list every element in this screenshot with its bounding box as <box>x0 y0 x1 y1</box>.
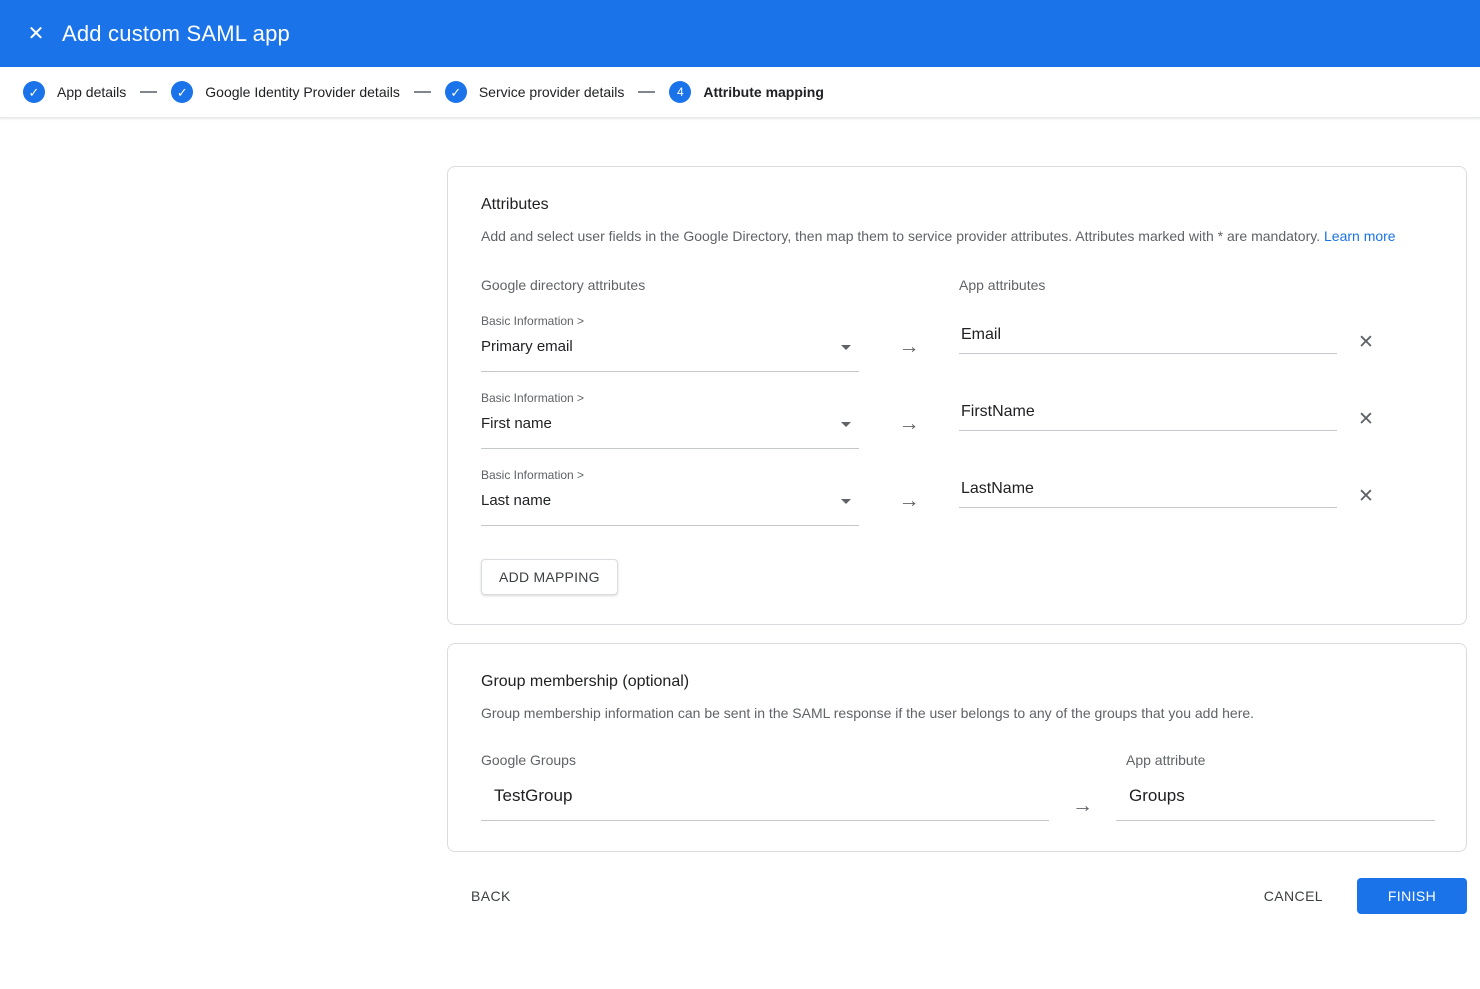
attributes-card-title: Attributes <box>481 193 1433 217</box>
attribute-value: Primary email <box>481 336 573 358</box>
chevron-down-icon <box>841 422 851 427</box>
step-label: App details <box>57 84 126 100</box>
wizard-stepper: ✓ App details ✓ Google Identity Provider… <box>0 67 1480 118</box>
step-connector <box>638 91 655 93</box>
main-content: Attributes Add and select user fields in… <box>447 166 1467 914</box>
check-icon: ✓ <box>171 81 193 103</box>
mapping-column-headers: Google directory attributes App attribut… <box>481 275 1433 295</box>
attributes-description-text: Add and select user fields in the Google… <box>481 228 1320 244</box>
remove-mapping-close-icon[interactable]: ✕ <box>1350 404 1382 436</box>
step-number: 4 <box>669 81 691 103</box>
arrow-right-icon: → <box>859 467 959 513</box>
add-mapping-button[interactable]: ADD MAPPING <box>481 559 618 595</box>
chevron-down-icon <box>841 345 851 350</box>
app-bar: ✕ Add custom SAML app <box>0 0 1480 67</box>
step-connector <box>140 91 157 93</box>
back-button[interactable]: BACK <box>463 878 519 914</box>
check-icon: ✓ <box>445 81 467 103</box>
attribute-category-label: Basic Information > <box>481 313 859 329</box>
attribute-category-label: Basic Information > <box>481 390 859 406</box>
app-attributes-header: App attributes <box>959 275 1337 295</box>
google-groups-header: Google Groups <box>481 750 1049 770</box>
group-membership-card: Group membership (optional) Group member… <box>447 643 1467 852</box>
group-card-description: Group membership information can be sent… <box>481 703 1433 723</box>
step-label: Google Identity Provider details <box>205 84 400 100</box>
app-attribute-input[interactable] <box>959 326 1337 354</box>
google-directory-attributes-header: Google directory attributes <box>481 275 859 295</box>
group-mapping-row: → <box>481 780 1433 821</box>
mapping-row: Basic Information > Last name → ✕ <box>481 467 1433 526</box>
attribute-value: Last name <box>481 490 551 512</box>
footer-actions: BACK CANCEL FINISH <box>447 878 1467 914</box>
arrow-right-icon: → <box>859 390 959 436</box>
finish-button[interactable]: FINISH <box>1357 878 1467 914</box>
step-app-details[interactable]: ✓ App details <box>23 81 126 103</box>
step-label: Attribute mapping <box>703 84 824 100</box>
check-icon: ✓ <box>23 81 45 103</box>
page-title: Add custom SAML app <box>62 21 290 47</box>
attributes-card: Attributes Add and select user fields in… <box>447 166 1467 625</box>
app-attribute-input[interactable] <box>959 480 1337 508</box>
remove-mapping-close-icon[interactable]: ✕ <box>1350 327 1382 359</box>
remove-mapping-close-icon[interactable]: ✕ <box>1350 481 1382 513</box>
directory-attribute-select[interactable]: Basic Information > Primary email <box>481 313 859 372</box>
app-attribute-header: App attribute <box>1116 750 1435 770</box>
group-column-headers: Google Groups App attribute <box>481 750 1433 770</box>
attribute-category-label: Basic Information > <box>481 467 859 483</box>
close-icon[interactable]: ✕ <box>18 16 54 52</box>
group-app-attribute-input[interactable] <box>1116 780 1435 821</box>
mapping-row: Basic Information > First name → ✕ <box>481 390 1433 449</box>
directory-attribute-select[interactable]: Basic Information > Last name <box>481 467 859 526</box>
step-label: Service provider details <box>479 84 625 100</box>
learn-more-link[interactable]: Learn more <box>1324 228 1396 244</box>
step-google-idp-details[interactable]: ✓ Google Identity Provider details <box>171 81 400 103</box>
step-connector <box>414 91 431 93</box>
chevron-down-icon <box>841 499 851 504</box>
app-attribute-input[interactable] <box>959 403 1337 431</box>
mapping-row: Basic Information > Primary email → ✕ <box>481 313 1433 372</box>
group-card-title: Group membership (optional) <box>481 670 1433 694</box>
attribute-value: First name <box>481 413 552 435</box>
step-service-provider-details[interactable]: ✓ Service provider details <box>445 81 625 103</box>
arrow-right-icon: → <box>1049 780 1116 818</box>
google-groups-input[interactable] <box>481 780 1049 821</box>
cancel-button[interactable]: CANCEL <box>1256 878 1331 914</box>
directory-attribute-select[interactable]: Basic Information > First name <box>481 390 859 449</box>
attributes-card-description: Add and select user fields in the Google… <box>481 226 1433 246</box>
step-attribute-mapping[interactable]: 4 Attribute mapping <box>669 81 824 103</box>
arrow-right-icon: → <box>859 313 959 359</box>
